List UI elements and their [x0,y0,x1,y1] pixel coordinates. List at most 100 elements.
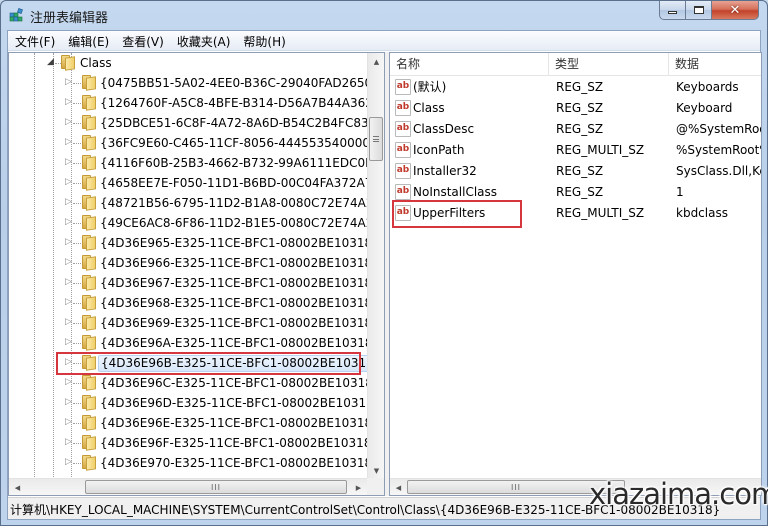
menu-bar: 文件(F) 编辑(E) 查看(V) 收藏夹(A) 帮助(H) [8,31,760,51]
tree-item-label: {4D36E969-E325-11CE-BFC1-08002BE10318} [100,316,367,330]
tree-vertical-scrollbar[interactable]: ▲ ▼ [367,53,384,479]
scroll-up-arrow-icon[interactable]: ▲ [368,53,384,70]
minimize-icon [668,11,677,14]
value-row[interactable]: ab UpperFilters REG_MULTI_SZ kbdclass [390,203,761,224]
value-data: @%SystemRoot% [676,122,761,136]
value-row[interactable]: ab (默认) REG_SZ Keyboards [390,77,761,98]
tree-item-label: Class [80,56,112,70]
value-data: Keyboard [676,101,733,115]
value-name: Class [413,101,445,115]
scrollbar-corner [367,478,384,495]
folder-icon [81,155,97,171]
tree-item-class[interactable]: ◢ Class [9,53,367,73]
tree-item[interactable]: ▷ {0475BB51-5A02-4EE0-B36C-29040FAD2650} [9,73,367,93]
tree-item[interactable]: ▷ {1264760F-A5C8-4BFE-B314-D56A7B44A362} [9,93,367,113]
tree-item[interactable]: ▷ {36FC9E60-C465-11CF-8056-444553540000} [9,133,367,153]
title-bar[interactable]: 注册表编辑器 ✕ [1,1,767,30]
tree-item[interactable]: ▷ {4D36E969-E325-11CE-BFC1-08002BE10318} [9,313,367,333]
tree-horizontal-scrollbar[interactable]: ◀ III ▶ [9,478,367,495]
tree-item-label: {4D36E96A-E325-11CE-BFC1-08002BE10318} [100,336,367,350]
tree-item[interactable]: ▷ {4D36E96B-E325-11CE-BFC1-08002BE10318} [9,353,367,373]
key-tree: ◢ Class ▷ {0475BB51-5A02-4EE0-B36C-29040F… [9,53,367,479]
maximize-button[interactable] [686,1,712,20]
tree-item-label: {4D36E96C-E325-11CE-BFC1-08002BE10318} [100,376,367,390]
tree-item[interactable]: ▷ {4D36E966-E325-11CE-BFC1-08002BE10318} [9,253,367,273]
tree-item-label: {25DBCE51-6C8F-4A72-8A6D-B54C2B4FC835} [100,116,367,130]
folder-icon [81,275,97,291]
tree-item[interactable]: ▷ {25DBCE51-6C8F-4A72-8A6D-B54C2B4FC835} [9,113,367,133]
tree-item-label: {4116F60B-25B3-4662-B732-99A6111EDC0B} [100,156,367,170]
scroll-down-arrow-icon[interactable]: ▼ [368,462,384,479]
folder-icon [81,75,97,91]
menu-edit[interactable]: 编辑(E) [61,31,115,51]
scroll-left-arrow-icon[interactable]: ◀ [9,479,26,495]
tree-item[interactable]: ▷ {4D36E968-E325-11CE-BFC1-08002BE10318} [9,293,367,313]
grip-icon [373,136,379,142]
value-data: 1 [676,185,684,199]
value-type: REG_SZ [556,164,604,178]
tree-item-label: {48721B56-6795-11D2-B1A8-0080C72E74A2} [100,196,367,210]
watermark: xiazaima.com [589,477,768,511]
tree-item[interactable]: ▷ {4D36E96D-E325-11CE-BFC1-08002BE10318} [9,393,367,413]
value-type: REG_SZ [556,80,604,94]
value-data: kbdclass [676,206,728,220]
string-value-icon: ab [395,79,411,95]
column-header-name[interactable]: 名称 [390,53,549,76]
folder-icon [81,455,97,471]
window-title: 注册表编辑器 [30,11,109,26]
scroll-thumb[interactable]: III [85,480,347,494]
value-name: UpperFilters [413,206,486,220]
maximize-icon [693,6,704,14]
tree-connector [73,83,81,84]
value-data: Keyboards [676,80,739,94]
tree-item-label: {36FC9E60-C465-11CF-8056-444553540000} [100,136,367,150]
column-header-type[interactable]: 类型 [549,53,669,76]
folder-icon [81,255,97,271]
tree-item[interactable]: ▷ {4D36E96E-E325-11CE-BFC1-08002BE10318} [9,413,367,433]
tree-connector [73,463,81,464]
tree-connector [73,243,81,244]
scroll-right-arrow-icon[interactable]: ▶ [350,479,367,495]
registry-editor-window: 注册表编辑器 ✕ 文件(F) 编辑(E) 查看(V) 收藏夹(A) 帮助(H) [0,0,768,526]
tree-item[interactable]: ▷ {4D36E96A-E325-11CE-BFC1-08002BE10318} [9,333,367,353]
tree-item[interactable]: ▷ {49CE6AC8-6F86-11D2-B1E5-0080C72E74A2} [9,213,367,233]
tree-item[interactable]: ▷ {48721B56-6795-11D2-B1A8-0080C72E74A2} [9,193,367,213]
menu-file[interactable]: 文件(F) [8,31,61,51]
scroll-thumb[interactable] [369,117,383,161]
tree-item-label: {4D36E968-E325-11CE-BFC1-08002BE10318} [100,296,367,310]
folder-icon [81,215,97,231]
tree-item[interactable]: ▷ {4D36E970-E325-11CE-BFC1-08002BE10318} [9,453,367,473]
value-row[interactable]: ab NoInstallClass REG_SZ 1 [390,182,761,203]
value-row[interactable]: ab Class REG_SZ Keyboard [390,98,761,119]
tree-item-label: {4D36E967-E325-11CE-BFC1-08002BE10318} [100,276,367,290]
tree-connector [73,263,81,264]
value-data: %SystemRoot% [676,143,761,157]
window-controls: ✕ [659,1,759,21]
minimize-button[interactable] [659,1,686,20]
menu-favorites[interactable]: 收藏夹(A) [170,31,237,51]
value-name: Installer32 [413,164,477,178]
folder-icon [81,95,97,111]
tree-connector [73,443,81,444]
value-row[interactable]: abClassDesc REG_SZ @%SystemRoot% [390,119,761,140]
tree-item[interactable]: ▷ {4116F60B-25B3-4662-B732-99A6111EDC0B} [9,153,367,173]
menu-help[interactable]: 帮助(H) [236,31,291,51]
value-type: REG_SZ [556,122,604,136]
column-header-data[interactable]: 数据 [669,53,761,76]
folder-icon [81,395,97,411]
folder-icon [81,195,97,211]
tree-item[interactable]: ▷ {4D36E96C-E325-11CE-BFC1-08002BE10318} [9,373,367,393]
value-row[interactable]: abIconPath REG_MULTI_SZ %SystemRoot% [390,140,761,161]
tree-connector [73,343,81,344]
tree-item-label: {4D36E96F-E325-11CE-BFC1-08002BE10318} [100,436,367,450]
tree-item-label: {4D36E965-E325-11CE-BFC1-08002BE10318} [100,236,367,250]
tree-item[interactable]: ▷ {4D36E96F-E325-11CE-BFC1-08002BE10318} [9,433,367,453]
tree-item[interactable]: ▷ {4658EE7E-F050-11D1-B6BD-00C04FA372A7} [9,173,367,193]
key-tree-pane: ◢ Class ▷ {0475BB51-5A02-4EE0-B36C-29040F… [8,52,385,496]
tree-item[interactable]: ▷ {4D36E967-E325-11CE-BFC1-08002BE10318} [9,273,367,293]
scroll-left-arrow-icon[interactable]: ◀ [390,479,407,495]
tree-item[interactable]: ▷ {4D36E965-E325-11CE-BFC1-08002BE10318} [9,233,367,253]
value-row[interactable]: ab Installer32 REG_SZ SysClass.Dll,Ke [390,161,761,182]
close-button[interactable]: ✕ [712,1,759,20]
menu-view[interactable]: 查看(V) [115,31,170,51]
